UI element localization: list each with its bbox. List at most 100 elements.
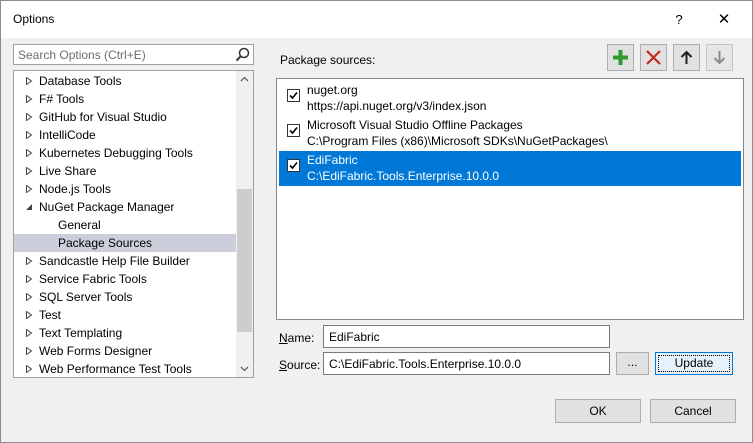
add-source-button[interactable]: [607, 44, 634, 71]
search-icon[interactable]: [235, 47, 250, 62]
tree-item[interactable]: F# Tools: [14, 90, 236, 108]
arrow-down-icon: [713, 51, 726, 65]
package-source-item[interactable]: nuget.org https://api.nuget.org/v3/index.…: [279, 81, 741, 116]
title-bar: Options ? ✕: [1, 1, 752, 38]
source-url: C:\Program Files (x86)\Microsoft SDKs\Nu…: [307, 134, 608, 148]
move-up-button[interactable]: [673, 44, 700, 71]
expanded-triangle-icon[interactable]: [25, 203, 33, 211]
tree-item[interactable]: IntelliCode: [14, 126, 236, 144]
move-down-button[interactable]: [706, 44, 733, 71]
tree-item-label: Package Sources: [58, 236, 153, 250]
tree-item[interactable]: Node.js Tools: [14, 180, 236, 198]
tree-item[interactable]: Database Tools: [14, 72, 236, 90]
options-dialog: Options ? ✕ Database Tools F# Tools GitHub…: [0, 0, 753, 443]
tree-item-label: Node.js Tools: [39, 182, 111, 196]
cancel-button[interactable]: Cancel: [650, 399, 736, 423]
collapsed-triangle-icon[interactable]: [25, 275, 33, 283]
tree-item-label: Sandcastle Help File Builder: [39, 254, 190, 268]
checkmark-icon: [289, 91, 298, 100]
source-label-text: ource:: [287, 358, 321, 372]
name-label-accesskey: N: [279, 331, 288, 345]
search-box: [13, 44, 254, 65]
tree-item-label: F# Tools: [39, 92, 85, 106]
name-input[interactable]: [323, 325, 610, 348]
browse-button[interactable]: ...: [616, 352, 649, 375]
source-label-accesskey: S: [279, 358, 288, 372]
chevron-down-icon: [240, 366, 249, 372]
tree-item[interactable]: Kubernetes Debugging Tools: [14, 144, 236, 162]
source-name: EdiFabric: [307, 153, 358, 167]
package-sources-list: nuget.org https://api.nuget.org/v3/index.…: [276, 78, 744, 320]
source-enabled-checkbox[interactable]: [287, 124, 300, 137]
remove-source-button[interactable]: [640, 44, 667, 71]
tree-item-label: Kubernetes Debugging Tools: [39, 146, 193, 160]
tree-item-label: Test: [39, 308, 62, 322]
checkmark-icon: [289, 161, 298, 170]
tree-item-label: General: [58, 218, 101, 232]
help-button[interactable]: ?: [661, 7, 697, 33]
source-url: https://api.nuget.org/v3/index.json: [307, 99, 487, 113]
collapsed-triangle-icon[interactable]: [25, 347, 33, 355]
collapsed-triangle-icon[interactable]: [25, 95, 33, 103]
scroll-up-button[interactable]: [236, 71, 253, 88]
name-label-text: ame:: [287, 331, 315, 345]
x-icon: [646, 50, 661, 65]
scroll-thumb[interactable]: [237, 189, 252, 332]
tree-item[interactable]: Web Forms Designer: [14, 342, 236, 360]
tree-item[interactable]: Live Share: [14, 162, 236, 180]
collapsed-triangle-icon[interactable]: [25, 329, 33, 337]
chevron-up-icon: [240, 76, 249, 82]
package-source-item[interactable]: EdiFabric C:\EdiFabric.Tools.Enterprise.1…: [279, 151, 741, 186]
source-input[interactable]: [323, 352, 610, 375]
source-name: nuget.org: [307, 83, 358, 97]
plus-icon: [613, 50, 628, 65]
tree-item[interactable]: Test: [14, 306, 236, 324]
update-button[interactable]: Update: [655, 352, 733, 375]
tree-item[interactable]: GitHub for Visual Studio: [14, 108, 236, 126]
options-tree: Database Tools F# Tools GitHub for Visual …: [13, 70, 254, 378]
source-enabled-checkbox[interactable]: [287, 159, 300, 172]
ok-button[interactable]: OK: [555, 399, 641, 423]
tree-item-label: IntelliCode: [39, 128, 96, 142]
tree-item-label: SQL Server Tools: [39, 290, 133, 304]
tree-item-label: GitHub for Visual Studio: [39, 110, 167, 124]
tree-item-label: NuGet Package Manager: [39, 200, 175, 214]
name-label: Name:: [279, 331, 314, 345]
checkmark-icon: [289, 126, 298, 135]
tree-item[interactable]: Web Performance Test Tools: [14, 360, 236, 377]
scroll-down-button[interactable]: [236, 360, 253, 377]
search-input[interactable]: [14, 45, 228, 64]
collapsed-triangle-icon[interactable]: [25, 77, 33, 85]
source-url: C:\EdiFabric.Tools.Enterprise.10.0.0: [307, 169, 500, 183]
tree-item-label: Live Share: [39, 164, 97, 178]
tree-item-label: Database Tools: [39, 74, 122, 88]
collapsed-triangle-icon[interactable]: [25, 311, 33, 319]
collapsed-triangle-icon[interactable]: [25, 365, 33, 373]
tree-item[interactable]: General: [14, 216, 236, 234]
collapsed-triangle-icon[interactable]: [25, 185, 33, 193]
close-button[interactable]: ✕: [706, 7, 742, 33]
arrow-up-icon: [680, 50, 693, 64]
package-source-item[interactable]: Microsoft Visual Studio Offline Packages…: [279, 116, 741, 151]
tree-item[interactable]: NuGet Package Manager: [14, 198, 236, 216]
tree-item[interactable]: SQL Server Tools: [14, 288, 236, 306]
tree-item[interactable]: Text Templating: [14, 324, 236, 342]
tree-item[interactable]: Package Sources: [14, 234, 236, 252]
tree-item-label: Web Performance Test Tools: [39, 362, 192, 376]
tree-item-label: Service Fabric Tools: [39, 272, 147, 286]
collapsed-triangle-icon[interactable]: [25, 113, 33, 121]
tree-item[interactable]: Sandcastle Help File Builder: [14, 252, 236, 270]
tree-item-label: Text Templating: [39, 326, 123, 340]
source-enabled-checkbox[interactable]: [287, 89, 300, 102]
tree-item[interactable]: Service Fabric Tools: [14, 270, 236, 288]
collapsed-triangle-icon[interactable]: [25, 131, 33, 139]
collapsed-triangle-icon[interactable]: [25, 167, 33, 175]
tree-scrollbar[interactable]: [236, 71, 253, 377]
source-label: Source:: [279, 358, 320, 372]
dialog-title: Options: [13, 12, 55, 26]
package-sources-label: Package sources:: [280, 53, 376, 67]
collapsed-triangle-icon[interactable]: [25, 257, 33, 265]
source-name: Microsoft Visual Studio Offline Packages: [307, 118, 523, 132]
collapsed-triangle-icon[interactable]: [25, 149, 33, 157]
collapsed-triangle-icon[interactable]: [25, 293, 33, 301]
